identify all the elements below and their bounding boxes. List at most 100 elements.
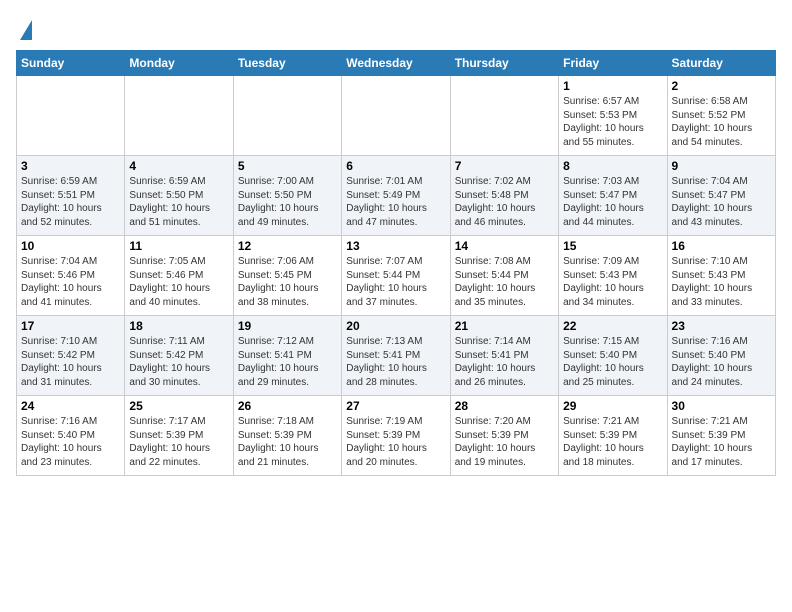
day-info: Sunrise: 7:08 AM Sunset: 5:44 PM Dayligh… [455,255,554,309]
day-number: 9 [672,159,771,173]
calendar-cell: 18 Sunrise: 7:11 AM Sunset: 5:42 PM Dayli… [125,316,233,396]
day-info: Sunrise: 7:20 AM Sunset: 5:39 PM Dayligh… [455,415,554,469]
calendar-header-saturday: Saturday [667,51,775,76]
day-info: Sunrise: 7:04 AM Sunset: 5:46 PM Dayligh… [21,255,120,309]
calendar-week-row: 10 Sunrise: 7:04 AM Sunset: 5:46 PM Dayli… [17,236,776,316]
day-info: Sunrise: 7:15 AM Sunset: 5:40 PM Dayligh… [563,335,662,389]
calendar-cell: 21 Sunrise: 7:14 AM Sunset: 5:41 PM Dayli… [450,316,558,396]
calendar-cell: 19 Sunrise: 7:12 AM Sunset: 5:41 PM Dayli… [233,316,341,396]
day-number: 27 [346,399,445,413]
day-info: Sunrise: 7:04 AM Sunset: 5:47 PM Dayligh… [672,175,771,229]
logo-triangle-icon [20,20,32,40]
day-number: 12 [238,239,337,253]
calendar-week-row: 3Sunrise: 6:59 AM Sunset: 5:51 PM Daylig… [17,156,776,236]
day-info: Sunrise: 7:18 AM Sunset: 5:39 PM Dayligh… [238,415,337,469]
calendar-cell: 26 Sunrise: 7:18 AM Sunset: 5:39 PM Dayli… [233,396,341,476]
calendar-cell: 12 Sunrise: 7:06 AM Sunset: 5:45 PM Dayli… [233,236,341,316]
day-info: Sunrise: 7:21 AM Sunset: 5:39 PM Dayligh… [563,415,662,469]
day-info: Sunrise: 7:09 AM Sunset: 5:43 PM Dayligh… [563,255,662,309]
calendar-cell: 17 Sunrise: 7:10 AM Sunset: 5:42 PM Dayli… [17,316,125,396]
calendar-cell: 23Sunrise: 7:16 AM Sunset: 5:40 PM Dayli… [667,316,775,396]
day-number: 11 [129,239,228,253]
calendar-cell: 10 Sunrise: 7:04 AM Sunset: 5:46 PM Dayli… [17,236,125,316]
day-number: 26 [238,399,337,413]
day-number: 10 [21,239,120,253]
calendar-cell: 5 Sunrise: 7:00 AM Sunset: 5:50 PM Daylig… [233,156,341,236]
calendar-header-sunday: Sunday [17,51,125,76]
day-number: 14 [455,239,554,253]
day-info: Sunrise: 7:10 AM Sunset: 5:43 PM Dayligh… [672,255,771,309]
day-number: 23 [672,319,771,333]
calendar-header-monday: Monday [125,51,233,76]
calendar-cell: 14 Sunrise: 7:08 AM Sunset: 5:44 PM Dayli… [450,236,558,316]
day-number: 5 [238,159,337,173]
calendar-cell [450,76,558,156]
calendar-table: SundayMondayTuesdayWednesdayThursdayFrid… [16,50,776,476]
page-header [16,16,776,40]
calendar-cell: 6 Sunrise: 7:01 AM Sunset: 5:49 PM Daylig… [342,156,450,236]
day-info: Sunrise: 7:10 AM Sunset: 5:42 PM Dayligh… [21,335,120,389]
calendar-cell: 28 Sunrise: 7:20 AM Sunset: 5:39 PM Dayli… [450,396,558,476]
calendar-cell: 4 Sunrise: 6:59 AM Sunset: 5:50 PM Daylig… [125,156,233,236]
day-number: 28 [455,399,554,413]
calendar-cell: 22 Sunrise: 7:15 AM Sunset: 5:40 PM Dayli… [559,316,667,396]
calendar-cell: 20 Sunrise: 7:13 AM Sunset: 5:41 PM Dayli… [342,316,450,396]
day-number: 16 [672,239,771,253]
calendar-header-friday: Friday [559,51,667,76]
logo [16,16,32,40]
day-number: 7 [455,159,554,173]
day-number: 13 [346,239,445,253]
calendar-cell: 13Sunrise: 7:07 AM Sunset: 5:44 PM Dayli… [342,236,450,316]
calendar-header-thursday: Thursday [450,51,558,76]
day-info: Sunrise: 7:12 AM Sunset: 5:41 PM Dayligh… [238,335,337,389]
calendar-cell [17,76,125,156]
day-number: 3 [21,159,120,173]
day-info: Sunrise: 7:21 AM Sunset: 5:39 PM Dayligh… [672,415,771,469]
calendar-cell: 1Sunrise: 6:57 AM Sunset: 5:53 PM Daylig… [559,76,667,156]
day-info: Sunrise: 7:11 AM Sunset: 5:42 PM Dayligh… [129,335,228,389]
calendar-week-row: 24 Sunrise: 7:16 AM Sunset: 5:40 PM Dayli… [17,396,776,476]
day-number: 2 [672,79,771,93]
day-number: 8 [563,159,662,173]
calendar-cell: 9 Sunrise: 7:04 AM Sunset: 5:47 PM Daylig… [667,156,775,236]
day-info: Sunrise: 7:03 AM Sunset: 5:47 PM Dayligh… [563,175,662,229]
day-info: Sunrise: 7:19 AM Sunset: 5:39 PM Dayligh… [346,415,445,469]
calendar-cell [125,76,233,156]
day-info: Sunrise: 7:05 AM Sunset: 5:46 PM Dayligh… [129,255,228,309]
calendar-cell: 8 Sunrise: 7:03 AM Sunset: 5:47 PM Daylig… [559,156,667,236]
day-info: Sunrise: 7:00 AM Sunset: 5:50 PM Dayligh… [238,175,337,229]
day-number: 6 [346,159,445,173]
calendar-cell: 7 Sunrise: 7:02 AM Sunset: 5:48 PM Daylig… [450,156,558,236]
day-number: 19 [238,319,337,333]
calendar-header-wednesday: Wednesday [342,51,450,76]
calendar-week-row: 1Sunrise: 6:57 AM Sunset: 5:53 PM Daylig… [17,76,776,156]
calendar-cell [233,76,341,156]
day-number: 21 [455,319,554,333]
day-number: 20 [346,319,445,333]
calendar-cell: 3Sunrise: 6:59 AM Sunset: 5:51 PM Daylig… [17,156,125,236]
day-number: 17 [21,319,120,333]
day-number: 22 [563,319,662,333]
day-info: Sunrise: 6:59 AM Sunset: 5:50 PM Dayligh… [129,175,228,229]
day-number: 18 [129,319,228,333]
calendar-cell: 25Sunrise: 7:17 AM Sunset: 5:39 PM Dayli… [125,396,233,476]
day-number: 4 [129,159,228,173]
day-info: Sunrise: 6:58 AM Sunset: 5:52 PM Dayligh… [672,95,771,149]
day-info: Sunrise: 7:14 AM Sunset: 5:41 PM Dayligh… [455,335,554,389]
day-number: 24 [21,399,120,413]
calendar-week-row: 17 Sunrise: 7:10 AM Sunset: 5:42 PM Dayli… [17,316,776,396]
calendar-cell: 16 Sunrise: 7:10 AM Sunset: 5:43 PM Dayli… [667,236,775,316]
calendar-header-row: SundayMondayTuesdayWednesdayThursdayFrid… [17,51,776,76]
calendar-cell: 27 Sunrise: 7:19 AM Sunset: 5:39 PM Dayli… [342,396,450,476]
day-info: Sunrise: 7:16 AM Sunset: 5:40 PM Dayligh… [21,415,120,469]
day-info: Sunrise: 6:57 AM Sunset: 5:53 PM Dayligh… [563,95,662,149]
calendar-cell: 11 Sunrise: 7:05 AM Sunset: 5:46 PM Dayli… [125,236,233,316]
day-info: Sunrise: 7:01 AM Sunset: 5:49 PM Dayligh… [346,175,445,229]
day-info: Sunrise: 7:02 AM Sunset: 5:48 PM Dayligh… [455,175,554,229]
calendar-header-tuesday: Tuesday [233,51,341,76]
day-info: Sunrise: 7:06 AM Sunset: 5:45 PM Dayligh… [238,255,337,309]
calendar-cell [342,76,450,156]
day-info: Sunrise: 7:13 AM Sunset: 5:41 PM Dayligh… [346,335,445,389]
day-number: 30 [672,399,771,413]
calendar-cell: 24 Sunrise: 7:16 AM Sunset: 5:40 PM Dayli… [17,396,125,476]
